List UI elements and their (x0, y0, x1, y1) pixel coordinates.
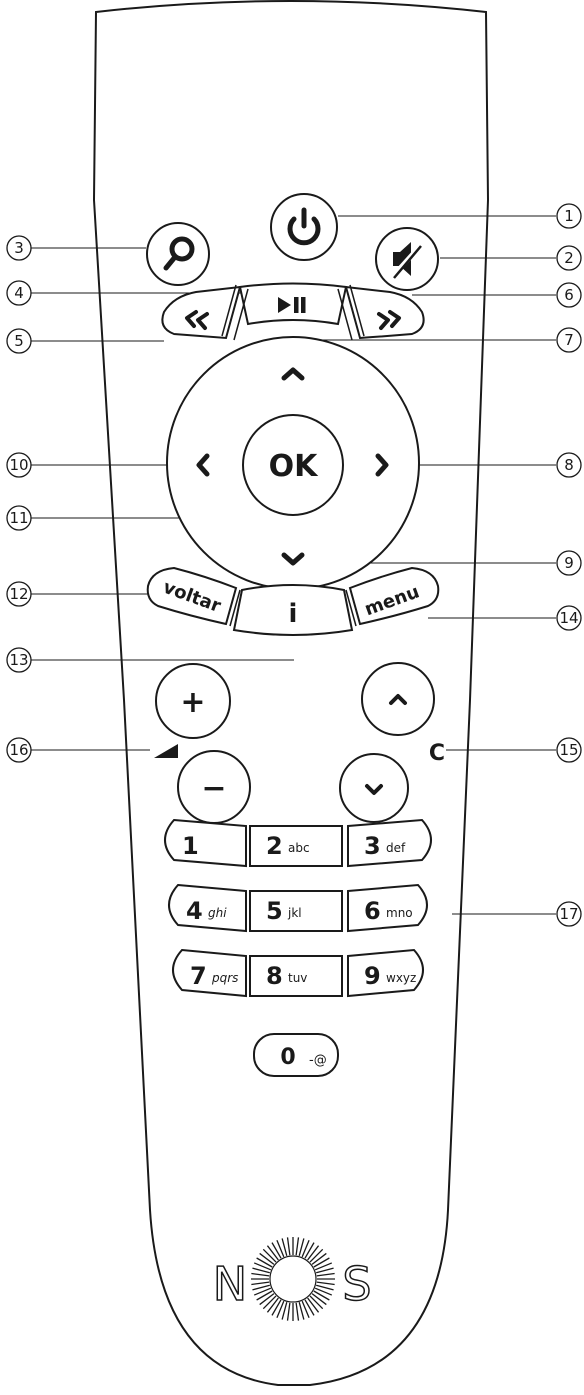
callout-3: 3 (6, 235, 32, 261)
callout-10: 10 (6, 452, 32, 478)
callout-4: 4 (6, 280, 32, 306)
callout-number: 11 (9, 509, 28, 527)
callout-number: 15 (559, 741, 578, 759)
key-letters: tuv (288, 971, 307, 985)
callout-number: 9 (564, 554, 574, 572)
ok-label: OK (269, 449, 320, 484)
channel-label: C (429, 741, 445, 766)
key-0-symbols: -@ (309, 1053, 327, 1068)
power-button[interactable] (270, 193, 338, 261)
key-0[interactable]: 0 -@ (253, 1033, 339, 1077)
callout-11: 11 (6, 505, 32, 531)
key-2[interactable]: 2 abc (249, 825, 343, 867)
callout-6: 6 (556, 282, 582, 308)
callout-number: 17 (559, 905, 578, 923)
numeric-keypad: 1 2 abc 3 def 4 ghi 5 jkl 6 mno 7 pqrs 8 tuv 9 wxyz (164, 818, 432, 998)
callout-number: 5 (14, 332, 24, 350)
key-digit: 9 (364, 962, 381, 990)
volume-down-button[interactable]: − (177, 750, 251, 824)
remote-diagram: 1 2 3 4 5 6 7 8 9 10 11 12 13 14 15 16 17 (0, 0, 584, 1390)
nos-sun-logo (251, 1237, 335, 1321)
callout-16: 16 (6, 737, 32, 763)
callout-number: 1 (564, 207, 574, 225)
callout-14: 14 (556, 605, 582, 631)
key-digit: 7 (190, 962, 207, 990)
info-label: i (289, 599, 298, 629)
key-digit: 2 (266, 832, 283, 860)
callout-number: 14 (559, 609, 578, 627)
key-digit: 3 (364, 832, 381, 860)
search-button[interactable] (146, 222, 210, 286)
callout-8: 8 (556, 452, 582, 478)
logo-letter-n: N (213, 1257, 247, 1311)
callout-number: 12 (9, 585, 28, 603)
callout-7: 7 (556, 327, 582, 353)
key-6[interactable]: 6 mno (347, 883, 428, 933)
callout-number: 3 (14, 239, 24, 257)
key-letters: pqrs (211, 971, 238, 985)
callout-number: 8 (564, 456, 574, 474)
key-letters: abc (288, 841, 310, 855)
key-digit: 6 (364, 897, 381, 925)
callout-number: 16 (9, 741, 28, 759)
channel-down-button[interactable] (339, 753, 409, 823)
callout-5: 5 (6, 328, 32, 354)
key-letters: mno (386, 906, 413, 920)
mute-button[interactable] (375, 227, 439, 291)
callout-13: 13 (6, 647, 32, 673)
callout-12: 12 (6, 581, 32, 607)
remote-diagram-svg: 1234567891011121314151617 OK voltar i me… (6, 0, 582, 1386)
ok-button[interactable]: OK (242, 414, 344, 516)
callout-number: 4 (14, 284, 24, 302)
key-letters: ghi (208, 906, 227, 920)
callout-number: 7 (564, 331, 574, 349)
key-letters: jkl (287, 906, 302, 920)
key-9[interactable]: 9 wxyz (347, 948, 424, 998)
key-1[interactable]: 1 (164, 818, 247, 868)
volume-down-label: − (201, 771, 226, 806)
callout-1: 1 (556, 203, 582, 229)
key-digit: 5 (266, 897, 283, 925)
callout-number: 13 (9, 651, 28, 669)
callout-2: 2 (556, 245, 582, 271)
key-digit: 4 (186, 897, 203, 925)
play-pause-button[interactable] (238, 282, 348, 326)
key-3[interactable]: 3 def (347, 818, 432, 868)
logo-letter-s: S (342, 1257, 371, 1311)
callout-number: 6 (564, 286, 574, 304)
callout-9: 9 (556, 550, 582, 576)
key-digit: 8 (266, 962, 283, 990)
callout-15: 15 (556, 737, 582, 763)
key-4[interactable]: 4 ghi (168, 883, 247, 933)
key-8[interactable]: 8 tuv (249, 955, 343, 997)
volume-up-button[interactable]: + (155, 663, 231, 739)
key-0-digit: 0 (280, 1045, 295, 1070)
key-5[interactable]: 5 jkl (249, 890, 343, 932)
channel-up-button[interactable] (361, 662, 435, 736)
volume-up-label: + (180, 685, 205, 720)
key-letters: wxyz (386, 971, 416, 985)
callout-17: 17 (556, 901, 582, 927)
callout-number: 10 (9, 456, 28, 474)
key-digit: 1 (182, 832, 199, 860)
key-letters: def (386, 841, 406, 855)
key-7[interactable]: 7 pqrs (172, 948, 247, 998)
callout-number: 2 (564, 249, 574, 267)
